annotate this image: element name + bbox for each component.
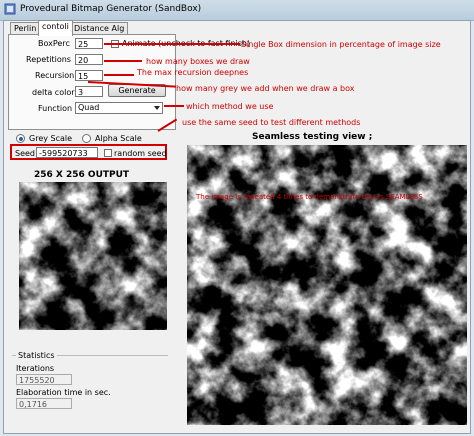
seamless-view-image (187, 145, 467, 425)
seed-field[interactable]: -599520733 (36, 147, 98, 158)
grey-scale-label: Grey Scale (29, 134, 73, 143)
annotation-boxperc: Single Box dimension in percentage of im… (241, 40, 441, 49)
annotation-line-function (164, 105, 184, 107)
recursion-field[interactable]: 15 (75, 70, 103, 81)
random-seed-label: random seed (114, 149, 167, 158)
annotation-recursion: The max recursion deepnes (137, 68, 249, 77)
seed-label: Seed (15, 149, 35, 158)
elaboration-time-field[interactable]: 0,1716 (16, 398, 72, 409)
cloud-noise-image (19, 182, 167, 330)
output-title: 256 X 256 OUTPUT (34, 170, 130, 180)
alpha-scale-label: Alpha Scale (95, 134, 142, 143)
iterations-field[interactable]: 1755520 (16, 374, 72, 385)
delta-color-field[interactable]: 3 (75, 86, 103, 97)
repetitions-field[interactable]: 20 (75, 54, 103, 65)
annotation-seed: use the same seed to test different meth… (182, 118, 361, 127)
annotation-line-recursion (104, 74, 134, 76)
boxperc-field[interactable]: 25 (75, 38, 103, 49)
annotation-repetitions: how many boxes we draw (146, 57, 250, 66)
iterations-label: Iterations (16, 364, 55, 373)
annotation-line-repetitions (104, 60, 142, 62)
alpha-scale-radio[interactable] (82, 134, 91, 143)
seamless-title: Seamless testing view ; (252, 132, 373, 142)
tab-contoli[interactable]: contoli (38, 20, 73, 36)
boxperc-label: BoxPerc (38, 39, 70, 48)
seamless-noise-image (187, 145, 467, 425)
function-label: Function (38, 104, 73, 113)
repetitions-label: Repetitions (26, 55, 71, 64)
chevron-down-icon (154, 106, 160, 110)
annotation-seamless: The image is repeated 4 times to demonst… (196, 193, 423, 201)
elaboration-time-label: Elaboration time in sec. (16, 388, 111, 397)
statistics-heading: Statistics (16, 351, 57, 360)
random-seed-checkbox[interactable] (104, 149, 112, 157)
annotation-delta: how many grey we add when we draw a box (176, 84, 355, 93)
annotation-line-boxperc (104, 43, 240, 45)
window-title: Provedural Bitmap Generator (SandBox) (20, 4, 202, 14)
app-icon (4, 3, 16, 15)
grey-scale-radio[interactable] (16, 134, 25, 143)
output-image (19, 182, 167, 330)
recursion-label: Recursion (35, 71, 75, 80)
delta-color-label: delta color (32, 88, 75, 97)
function-select[interactable]: Quad (75, 102, 163, 114)
annotation-function: which method we use (186, 102, 274, 111)
function-value: Quad (78, 103, 100, 112)
